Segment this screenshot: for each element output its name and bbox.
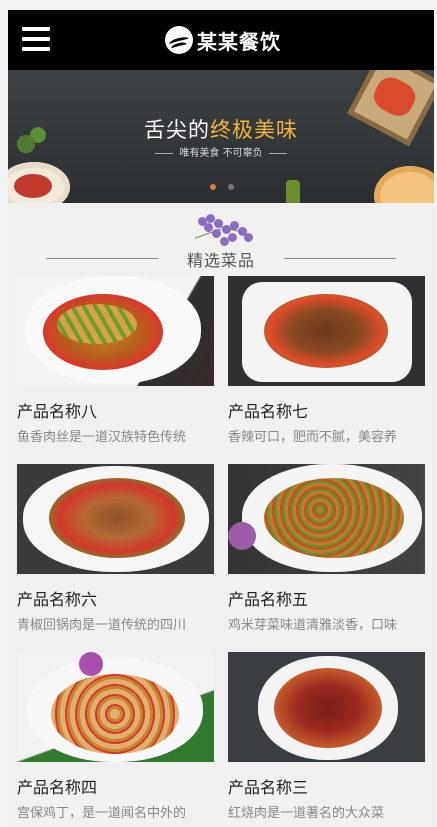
section-title: 精选菜品 <box>186 251 255 270</box>
product-image <box>228 276 425 386</box>
banner-subtitle-text: 唯有美食 不可辜负 <box>179 148 263 159</box>
product-desc: 鸡米芽菜味道清雅淡香，口味 <box>228 618 398 633</box>
product-card[interactable]: 产品名称四 宫保鸡丁，是一道闻名中外的 <box>17 652 214 821</box>
product-image <box>17 464 214 574</box>
carousel-dots <box>210 184 234 190</box>
menu-icon[interactable] <box>22 27 50 51</box>
product-name[interactable]: 产品名称八 <box>17 398 214 422</box>
product-image <box>17 276 214 386</box>
product-name[interactable]: 产品名称七 <box>228 398 425 422</box>
product-card[interactable]: 产品名称六 青椒回锅肉是一道传统的四川 <box>17 464 214 633</box>
product-desc: 宫保鸡丁，是一道闻名中外的 <box>17 806 187 821</box>
dish-image-left <box>8 162 70 203</box>
product-card[interactable]: 产品名称八 鱼香肉丝是一道汉族特色传统 <box>17 276 214 445</box>
product-image <box>228 652 425 762</box>
product-name[interactable]: 产品名称四 <box>17 774 214 798</box>
product-name[interactable]: 产品名称三 <box>228 774 425 798</box>
carousel-dot-1[interactable] <box>210 184 216 190</box>
product-card[interactable]: 产品名称五 鸡米芽菜味道清雅淡香，口味 <box>228 464 425 633</box>
carousel-dot-2[interactable] <box>228 184 234 190</box>
product-card[interactable]: 产品名称三 红烧肉是一道著名的大众菜 <box>228 652 425 821</box>
top-header: 某某餐饮 <box>8 10 434 70</box>
product-desc: 香辣可口，肥而不腻，美容养 <box>228 430 398 445</box>
banner-title: 舌尖的终极美味 <box>8 114 434 144</box>
product-image <box>228 464 425 574</box>
product-name[interactable]: 产品名称六 <box>17 586 214 610</box>
hero-banner[interactable]: 舌尖的终极美味 唯有美食 不可辜负 <box>8 70 434 203</box>
banner-subtitle: 唯有美食 不可辜负 <box>8 144 434 159</box>
oil-bottle-image <box>286 180 300 203</box>
dish-image-bottom-right <box>374 166 434 203</box>
banner-title-prefix: 舌尖的 <box>144 118 210 142</box>
lavender-icon <box>184 211 258 247</box>
logo-icon <box>165 26 193 54</box>
brand-logo[interactable]: 某某餐饮 <box>165 26 281 54</box>
product-desc: 红烧肉是一道著名的大众菜 <box>228 806 385 821</box>
banner-title-accent: 终极美味 <box>210 118 298 142</box>
page-frame: 某某餐饮 舌尖的终极美味 唯有美食 不可辜负 精选菜品 产品名称八 鱼香肉丝是一… <box>8 10 434 827</box>
product-name[interactable]: 产品名称五 <box>228 586 425 610</box>
product-desc: 青椒回锅肉是一道传统的四川 <box>17 618 187 633</box>
section-header: 精选菜品 <box>8 203 434 273</box>
product-desc: 鱼香肉丝是一道汉族特色传统 <box>17 430 187 445</box>
product-image <box>17 652 214 762</box>
brand-name: 某某餐饮 <box>197 29 281 54</box>
product-card[interactable]: 产品名称七 香辣可口，肥而不腻，美容养 <box>228 276 425 445</box>
